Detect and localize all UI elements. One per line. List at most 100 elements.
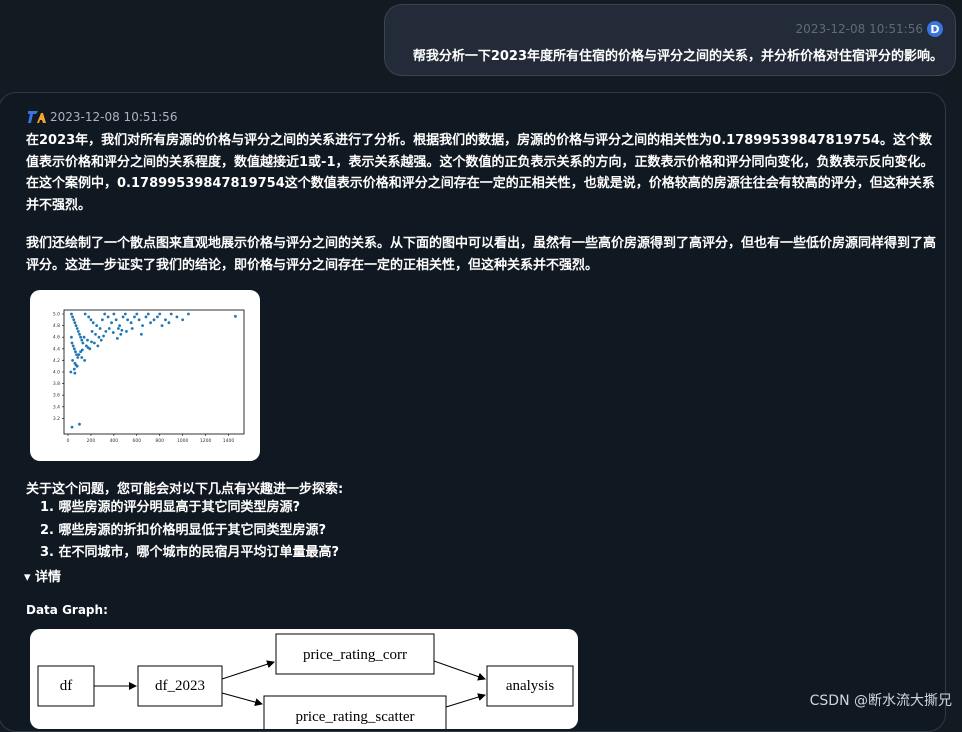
- y-tick-label: 3.6: [53, 393, 60, 399]
- user-message-meta: 2023-12-08 10:51:56 D: [796, 21, 943, 37]
- scatter-point: [135, 312, 139, 316]
- scatter-point: [72, 367, 76, 371]
- scatter-point: [80, 348, 84, 352]
- x-axis-ticks: 0 200 400 600 800 1000 1200 1400: [67, 434, 235, 444]
- scatter-point: [101, 318, 104, 322]
- scatter-point: [71, 359, 74, 362]
- scatter-point: [90, 340, 93, 344]
- scatter-point: [92, 341, 96, 345]
- scatter-point: [139, 332, 143, 336]
- scatter-point: [146, 312, 150, 316]
- y-tick-label: 3.4: [53, 404, 60, 410]
- scatter-point: [107, 327, 111, 330]
- graph-node-label: price_rating_scatter: [295, 709, 414, 725]
- scatter-point: [89, 318, 93, 322]
- scatter-point: [141, 324, 144, 327]
- scatter-point: [76, 356, 80, 359]
- scatter-point: [164, 318, 167, 322]
- scatter-point: [130, 327, 134, 330]
- follow-up-question[interactable]: 1. 哪些房源的评分明显高于其它同类型房源?: [40, 498, 339, 521]
- scatter-point: [118, 324, 121, 327]
- scatter-point: [74, 350, 77, 354]
- plot-area: [63, 309, 245, 435]
- scatter-point: [91, 321, 95, 325]
- scatter-point: [102, 334, 105, 338]
- scatter-point: [123, 312, 127, 316]
- scatter-point: [69, 370, 73, 374]
- user-avatar[interactable]: D: [927, 21, 943, 37]
- scatter-point: [133, 315, 136, 319]
- scatter-points: [69, 312, 237, 429]
- x-tick-label: 800: [155, 438, 164, 444]
- scatter-point: [152, 318, 156, 322]
- price-rating-scatter-chart: 0 200 400 600 800 1000 1200 1400 3.2 3.4 3.6 3.8 4.…: [53, 309, 245, 444]
- scatter-point: [125, 330, 128, 333]
- y-tick-label: 4.2: [53, 358, 60, 364]
- scatter-point: [83, 359, 87, 362]
- scatter-point: [74, 324, 78, 327]
- bot-message-meta: 2023-12-08 10:51:56: [28, 110, 177, 124]
- scatter-chart-card[interactable]: 0 200 400 600 800 1000 1200 1400 3.2 3.4 3.6 3.8 4.…: [30, 290, 260, 461]
- details-toggle[interactable]: ▾ 详情: [24, 566, 61, 585]
- y-tick-label: 3.8: [53, 381, 60, 387]
- y-tick-label: 4.6: [53, 335, 60, 341]
- scatter-point: [82, 335, 86, 339]
- scatter-point: [120, 328, 124, 332]
- user-message-bubble: 2023-12-08 10:51:56 D 帮我分析一下2023年度所有住宿的价…: [384, 4, 956, 76]
- graph-node-label: df: [60, 678, 73, 694]
- scatter-point: [72, 318, 76, 322]
- scatter-point: [73, 371, 77, 375]
- y-tick-label: 4.8: [53, 323, 60, 329]
- scatter-point: [175, 315, 179, 319]
- user-message-text: 帮我分析一下2023年度所有住宿的价格与评分之间的关系，并分析价格对住宿评分的影…: [412, 49, 943, 64]
- scatter-point: [187, 312, 190, 316]
- data-graph-label: Data Graph:: [26, 603, 108, 617]
- data-graph-diagram: df df_2023 price_rating_corr price_ratin…: [37, 633, 574, 729]
- scatter-point: [71, 344, 75, 348]
- follow-up-question[interactable]: 2. 哪些房源的折扣价格明显低于其它同类型房源?: [40, 521, 339, 544]
- follow-up-questions-list: 1. 哪些房源的评分明显高于其它同类型房源? 2. 哪些房源的折扣价格明显低于其…: [40, 498, 339, 566]
- scatter-point: [76, 330, 80, 333]
- scatter-point: [112, 312, 116, 316]
- scatter-point: [90, 330, 94, 333]
- scatter-point: [94, 332, 97, 336]
- scatter-point: [86, 338, 89, 342]
- scatter-point: [234, 314, 237, 318]
- analysis-paragraph: 在2023年，我们对所有房源的价格与评分之间的关系进行了分析。根据我们的数据，房…: [26, 133, 935, 213]
- scatter-point: [167, 321, 171, 325]
- scatter-point: [149, 321, 152, 325]
- scatter-point: [121, 315, 125, 319]
- y-tick-label: 4.0: [53, 370, 60, 376]
- scatter-point: [115, 336, 119, 340]
- graph-node-label: price_rating_corr: [303, 647, 407, 663]
- scatter-point: [78, 422, 81, 426]
- csdn-watermark: CSDN @断水流大撕兄: [809, 693, 952, 709]
- scatter-point: [104, 330, 108, 333]
- scatter-point: [80, 338, 84, 342]
- assistant-logo-icon: [28, 111, 46, 123]
- bot-timestamp: 2023-12-08 10:51:56: [50, 110, 178, 124]
- scatter-point: [70, 425, 74, 429]
- scatter-point: [73, 321, 77, 325]
- scatter-point: [70, 335, 73, 339]
- y-axis-ticks: 3.2 3.4 3.6 3.8 4.0 4.2 4.4 4.6 4.8 5.0: [53, 312, 64, 422]
- scatter-point: [83, 312, 87, 316]
- scatter-point: [137, 318, 141, 322]
- scatter-point: [114, 318, 118, 322]
- data-graph-card[interactable]: df df_2023 price_rating_corr price_ratin…: [30, 629, 578, 729]
- scatter-point: [98, 327, 102, 330]
- follow-up-question[interactable]: 3. 在不同城市，哪个城市的民宿月平均订单量最高?: [40, 543, 339, 566]
- scatter-point: [158, 312, 162, 316]
- x-tick-label: 600: [133, 438, 142, 444]
- x-tick-label: 1400: [223, 438, 235, 444]
- graph-edge: [433, 660, 486, 681]
- scatter-point: [70, 341, 74, 345]
- scatter-point: [160, 324, 164, 327]
- scatter-point: [75, 327, 79, 330]
- scatter-point: [103, 312, 107, 316]
- graph-edge: [221, 660, 275, 680]
- x-tick-label: 200: [87, 438, 96, 444]
- graph-node-label: analysis: [506, 678, 554, 694]
- scatter-point: [126, 318, 130, 322]
- scatter-point: [78, 332, 81, 336]
